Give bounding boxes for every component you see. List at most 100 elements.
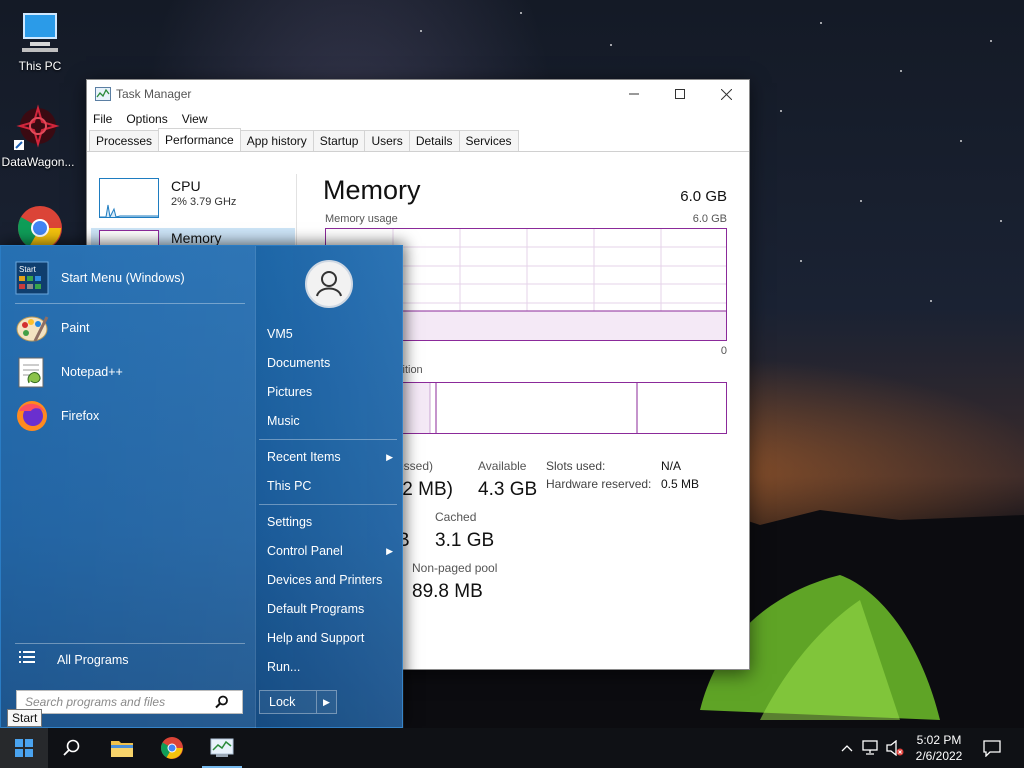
network-icon [862,740,878,755]
program-notepadpp[interactable]: Notepad++ [15,352,245,392]
close-icon [720,88,732,100]
clock-time: 5:02 PM [916,733,962,747]
tab-startup[interactable]: Startup [312,130,366,151]
tab-users[interactable]: Users [364,130,410,151]
user-icon [316,271,342,297]
memory-usage-max: 6.0 GB [692,213,727,225]
program-firefox[interactable]: Firefox [15,396,245,436]
clock-date: 2/6/2022 [915,749,963,763]
page-title: Memory [323,175,421,205]
memory-usage-min: 0 [720,345,727,357]
place-settings[interactable]: Settings [267,511,397,533]
taskbar-task-manager[interactable] [198,728,246,768]
memory-total: 6.0 GB [680,188,727,205]
window-controls [611,80,749,108]
menu-options[interactable]: Options [126,112,167,126]
sidebar-item-cpu[interactable]: CPU 2% 3.79 GHz [99,176,295,230]
task-manager-icon [95,87,111,101]
user-avatar[interactable] [305,260,353,308]
program-label: Firefox [61,409,100,423]
tab-bar: Processes Performance App history Startu… [87,128,749,152]
chevron-up-icon [841,745,853,752]
in-use-value: .2 MB) [397,479,453,500]
show-hidden-icons-button[interactable] [838,728,856,768]
action-center-button[interactable] [978,728,1006,768]
search-icon [63,739,80,756]
place-recent-items[interactable]: Recent Items ▶ [267,446,397,468]
hardware-reserved-value: 0.5 MB [661,477,700,491]
place-documents[interactable]: Documents [267,352,397,374]
place-run[interactable]: Run... [267,656,397,678]
all-programs-button[interactable]: All Programs [15,642,245,678]
taskbar-search-button[interactable] [48,728,96,768]
list-icon [19,650,45,670]
program-paint[interactable]: Paint [15,308,245,348]
search-input[interactable] [25,695,215,709]
window-title: Task Manager [116,87,192,101]
chrome-icon [161,737,183,759]
tab-app-history[interactable]: App history [239,130,314,151]
close-button[interactable] [703,80,749,108]
memory-usage-label: Memory usage [325,213,398,225]
network-button[interactable] [860,728,882,768]
program-label: Paint [61,321,90,335]
taskbar-chrome[interactable] [148,728,196,768]
start-icon [15,739,33,757]
minimize-button[interactable] [611,80,657,108]
maximize-button[interactable] [657,80,703,108]
taskbar-file-explorer[interactable] [98,728,146,768]
submenu-arrow-icon: ▶ [386,545,393,556]
place-vm5[interactable]: VM5 [267,323,397,345]
tab-details[interactable]: Details [408,130,460,151]
notification-icon [983,740,1001,757]
taskbar: 5:02 PM 2/6/2022 [0,728,1024,768]
maximize-icon [675,89,685,99]
desktop-icon-label: This PC [18,59,62,73]
cached-value: 3.1 GB [435,530,495,551]
clock[interactable]: 5:02 PM 2/6/2022 [905,732,973,764]
file-explorer-icon [111,741,133,757]
place-pictures[interactable]: Pictures [267,381,397,403]
place-control-panel[interactable]: Control Panel ▶ [267,540,397,562]
sidebar-item-name: Memory [171,230,222,246]
task-manager-icon [210,738,234,757]
search-icon[interactable] [215,695,229,709]
lock-label: Lock [269,695,296,709]
place-devices-and-printers[interactable]: Devices and Printers [267,569,397,591]
desktop-icon-this-pc[interactable]: This PC [2,8,78,73]
search-box[interactable] [16,690,243,714]
hardware-reserved-label: Hardware reserved: [546,477,652,491]
program-label: Start Menu (Windows) [61,271,185,285]
menu-view[interactable]: View [182,112,208,126]
submenu-arrow-icon: ▶ [386,451,393,462]
start-button[interactable] [0,728,48,768]
place-music[interactable]: Music [267,410,397,432]
sidebar-item-name: CPU [171,178,201,194]
minimize-icon [629,93,639,95]
divider [259,439,397,440]
menu-file[interactable]: File [93,112,112,126]
start-menu-app-icon: Start [15,261,49,295]
firefox-icon [15,399,49,433]
non-paged-pool-label: Non-paged pool [412,561,498,575]
cpu-sparkline [99,178,159,218]
program-start-menu-windows[interactable]: Start Start Menu (Windows) [15,258,245,298]
place-this-pc[interactable]: This PC [267,475,397,497]
place-label: Recent Items [267,450,341,464]
program-label: Notepad++ [61,365,123,379]
place-help-and-support[interactable]: Help and Support [267,627,397,649]
shutdown-options-arrow-icon[interactable]: ▶ [316,691,336,713]
tab-services[interactable]: Services [458,130,519,151]
menu-bar: File Options View [87,108,749,130]
slots-used-label: Slots used: [546,459,606,473]
place-label: Control Panel [267,544,343,558]
place-default-programs[interactable]: Default Programs [267,598,397,620]
tab-performance[interactable]: Performance [158,128,241,151]
start-tooltip: Start [7,709,43,727]
tab-processes[interactable]: Processes [89,130,160,151]
volume-button[interactable] [884,728,906,768]
lock-button[interactable]: Lock ▶ [259,690,337,714]
desktop-icon-datawagon[interactable]: DataWagon... [0,104,76,169]
available-label: Available [478,459,527,473]
computer-icon [16,8,64,56]
